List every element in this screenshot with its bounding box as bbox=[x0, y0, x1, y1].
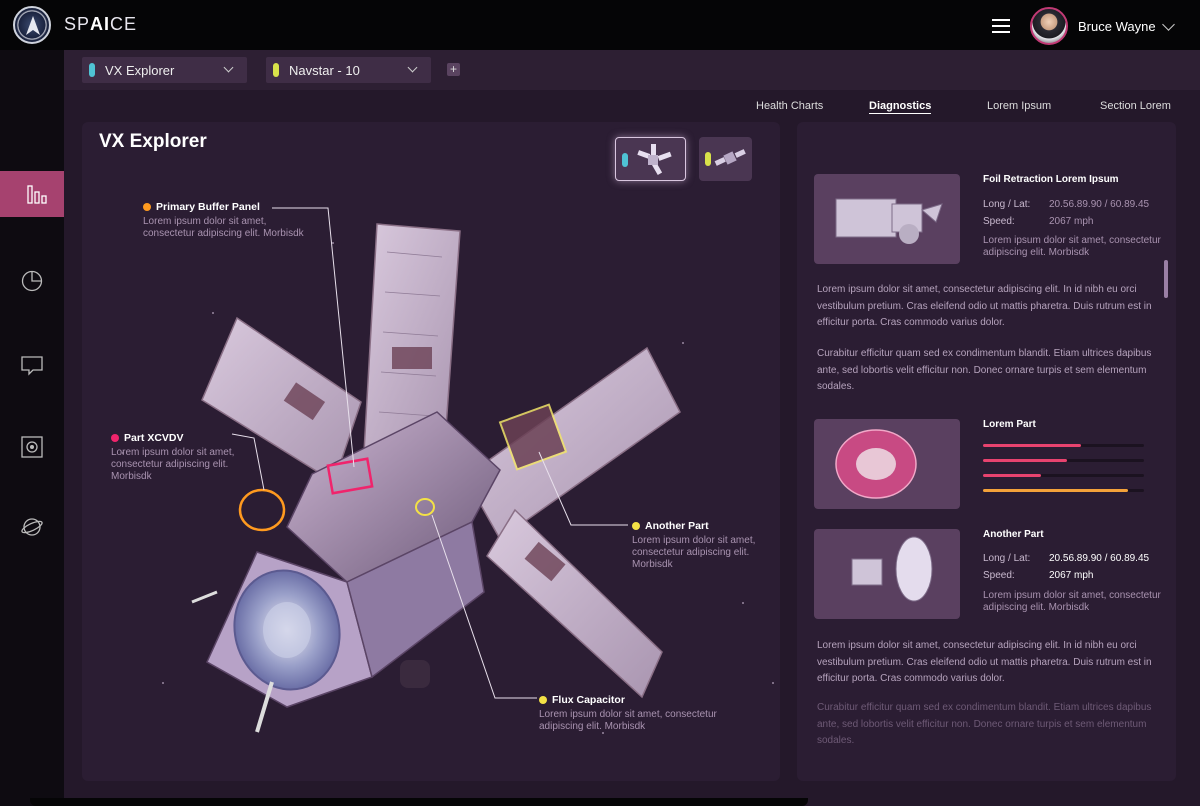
sidebar bbox=[0, 50, 74, 806]
diagram-panel: VX Explorer Primary Buffer Panel Lorem i… bbox=[82, 122, 780, 781]
tab-diagnostics[interactable]: Diagnostics bbox=[869, 100, 932, 114]
callout-primary-buffer-panel[interactable]: Primary Buffer Panel Lorem ipsum dolor s… bbox=[143, 201, 313, 240]
chevron-down-icon bbox=[407, 62, 418, 73]
satellite-select-vx[interactable]: VX Explorer bbox=[82, 57, 247, 83]
pie-chart-icon bbox=[21, 270, 43, 292]
color-indicator bbox=[273, 63, 279, 77]
long-lat-row: Long / Lat: 20.56.89.90 / 60.89.45 bbox=[983, 199, 1150, 210]
target-icon bbox=[21, 436, 43, 458]
progress-bar bbox=[983, 489, 1144, 492]
details-panel: Foil Retraction Lorem Ipsum Long / Lat: 2… bbox=[797, 122, 1176, 781]
sidebar-item-target[interactable] bbox=[0, 424, 64, 470]
avatar[interactable] bbox=[1030, 7, 1068, 45]
description-paragraph: Lorem ipsum dolor sit amet, consectetur … bbox=[817, 284, 1152, 328]
tab-health-charts[interactable]: Health Charts bbox=[756, 100, 823, 112]
callout-another-part[interactable]: Another Part Lorem ipsum dolor sit amet,… bbox=[632, 520, 762, 571]
selector-bar: VX Explorer Navstar - 10 + bbox=[64, 50, 1200, 90]
select-label: VX Explorer bbox=[105, 62, 175, 78]
card-note: Lorem ipsum dolor sit amet, consectetur … bbox=[983, 590, 1161, 613]
satellite-select-navstar[interactable]: Navstar - 10 bbox=[266, 57, 431, 83]
description-paragraph: Curabitur efficitur quam sed ex condimen… bbox=[817, 348, 1152, 392]
callout-flux-capacitor[interactable]: Flux Capacitor Lorem ipsum dolor sit ame… bbox=[539, 694, 729, 733]
user-name[interactable]: Bruce Wayne bbox=[1078, 19, 1156, 34]
card-title: Foil Retraction Lorem Ipsum bbox=[983, 174, 1119, 185]
card-title: Another Part bbox=[983, 529, 1044, 540]
sidebar-item-messages[interactable] bbox=[0, 342, 64, 388]
main-area: VX Explorer Navstar - 10 + Health Charts… bbox=[64, 50, 1200, 806]
sidebar-item-analytics[interactable] bbox=[0, 258, 64, 304]
speed-row: Speed: 2067 mph bbox=[983, 216, 1094, 227]
card-note: Lorem ipsum dolor sit amet, consectetur … bbox=[983, 235, 1161, 258]
progress-bar bbox=[983, 474, 1144, 477]
speed-row: Speed: 2067 mph bbox=[983, 570, 1094, 581]
menu-icon[interactable] bbox=[992, 19, 1010, 33]
callout-part-xcvdv[interactable]: Part XCVDV Lorem ipsum dolor sit amet, c… bbox=[111, 432, 261, 483]
part-image-another bbox=[814, 529, 960, 619]
description-paragraph: Curabitur efficitur quam sed ex condimen… bbox=[817, 702, 1152, 746]
tab-lorem-ipsum[interactable]: Lorem Ipsum bbox=[987, 100, 1051, 112]
select-label: Navstar - 10 bbox=[289, 62, 360, 78]
sidebar-item-planet[interactable] bbox=[0, 504, 64, 550]
bar-chart-icon bbox=[27, 185, 47, 204]
sidebar-item-charts[interactable] bbox=[0, 171, 74, 217]
top-bar: SPAICE Bruce Wayne bbox=[0, 0, 1200, 50]
chevron-down-icon bbox=[223, 62, 234, 73]
scrollbar[interactable] bbox=[1164, 260, 1168, 298]
window-edge bbox=[30, 798, 808, 806]
tab-section-lorem[interactable]: Section Lorem bbox=[1100, 100, 1171, 112]
card-title: Lorem Part bbox=[983, 419, 1036, 430]
app-brand: SPAICE bbox=[64, 14, 138, 34]
planet-icon bbox=[21, 518, 43, 536]
part-image-foil bbox=[814, 174, 960, 264]
chat-icon bbox=[21, 356, 43, 376]
chevron-down-icon[interactable] bbox=[1162, 18, 1175, 31]
long-lat-row: Long / Lat: 20.56.89.90 / 60.89.45 bbox=[983, 553, 1150, 564]
progress-bar bbox=[983, 459, 1144, 462]
description-paragraph: Lorem ipsum dolor sit amet, consectetur … bbox=[817, 640, 1152, 684]
part-image-lorem bbox=[814, 419, 960, 509]
color-indicator bbox=[89, 63, 95, 77]
space-force-logo[interactable] bbox=[13, 6, 51, 44]
add-satellite-button[interactable]: + bbox=[447, 63, 460, 76]
progress-bar bbox=[983, 444, 1144, 447]
